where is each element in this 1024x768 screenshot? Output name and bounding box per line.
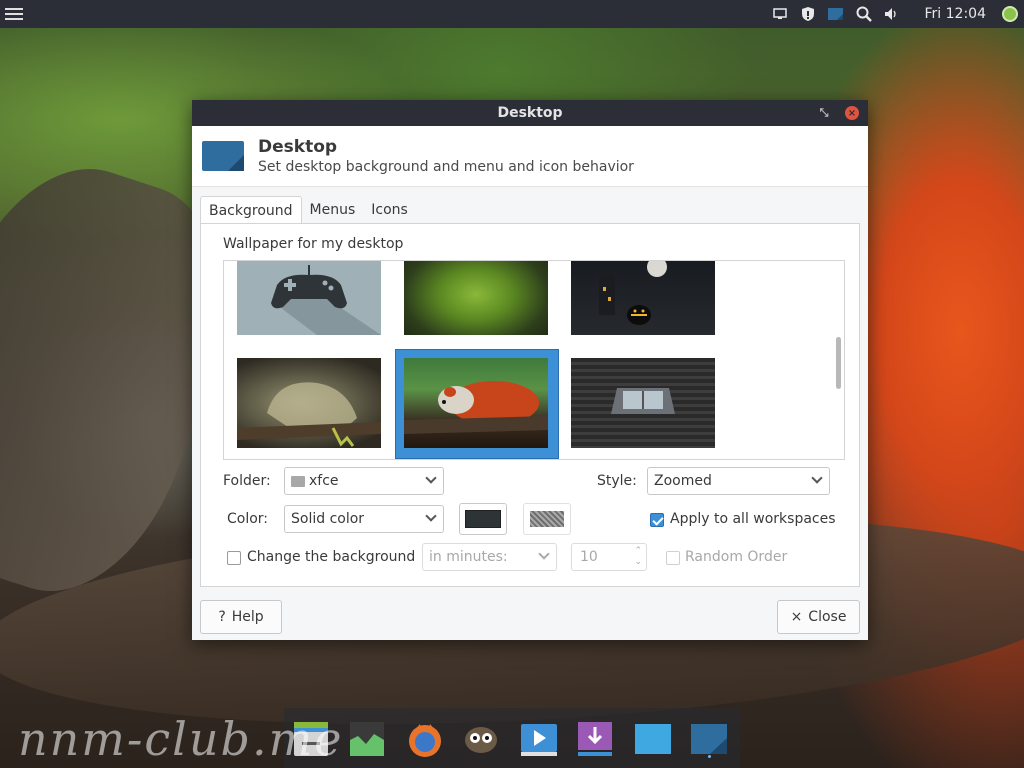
change-background-checkbox[interactable] [227, 551, 241, 565]
close-x-icon: × [790, 609, 803, 625]
gimp-icon[interactable] [460, 718, 502, 760]
header-title: Desktop [258, 137, 338, 157]
system-monitor-icon[interactable] [346, 718, 388, 760]
clock[interactable]: Fri 12:04 [925, 6, 986, 22]
close-button[interactable]: × Close [777, 600, 860, 634]
wallpaper-thumb-roof-window[interactable] [571, 358, 715, 448]
primary-color-button[interactable] [459, 503, 507, 535]
system-tray: Fri 12:04 [771, 5, 1024, 23]
color-mode-value: Solid color [291, 511, 365, 527]
header-subtitle: Set desktop background and menu and icon… [258, 159, 634, 175]
window-titlebar[interactable]: Desktop ⤡ × [192, 100, 868, 126]
interval-spinner[interactable]: 10 ⌃ ⌄ [571, 543, 647, 571]
style-value: Zoomed [654, 473, 712, 489]
chevron-down-icon [811, 472, 823, 484]
spinner-arrows-icon[interactable]: ⌃ ⌄ [634, 546, 642, 568]
tab-bar: Background Menus Icons [200, 196, 416, 225]
chevron-down-icon [425, 510, 437, 522]
desktop-settings-icon[interactable] [827, 5, 845, 23]
dock [284, 708, 740, 768]
firefox-icon[interactable] [404, 718, 446, 760]
color-label: Color: [227, 511, 269, 527]
gallery-scrollbar[interactable] [836, 337, 841, 389]
primary-color-swatch [465, 510, 501, 528]
window-title: Desktop [497, 105, 563, 121]
hamburger-menu-icon[interactable] [0, 0, 28, 28]
close-icon[interactable]: × [845, 106, 859, 120]
close-button-label: Close [808, 609, 847, 625]
interval-combo[interactable]: in minutes: [422, 543, 557, 571]
help-button-label: Help [231, 609, 264, 625]
help-button[interactable]: ? Help [200, 600, 282, 634]
media-player-icon[interactable] [518, 718, 560, 760]
wallpaper-thumb-halloween[interactable] [571, 261, 715, 335]
wallpaper-thumb-red-panda[interactable] [404, 358, 548, 448]
style-label: Style: [597, 473, 637, 489]
folder-value: xfce [309, 473, 339, 489]
wallpaper-section-label: Wallpaper for my desktop [223, 236, 404, 252]
tab-background[interactable]: Background [200, 196, 302, 225]
random-order-label: Random Order [685, 549, 788, 565]
secondary-color-button[interactable] [523, 503, 571, 535]
search-icon[interactable] [855, 5, 873, 23]
desktop-app-icon [202, 139, 244, 173]
chevron-down-icon [538, 548, 550, 560]
desktop-settings-dialog: Desktop ⤡ × Desktop Set desktop backgrou… [192, 100, 868, 640]
wallpaper-thumb-iguana[interactable] [237, 358, 381, 448]
desktop-settings-dock-icon[interactable] [688, 718, 730, 760]
folder-icon [291, 475, 305, 487]
apply-all-workspaces-label[interactable]: Apply to all workspaces [670, 511, 836, 527]
secondary-color-swatch [530, 511, 564, 527]
help-icon: ? [218, 609, 226, 625]
power-icon[interactable] [1002, 6, 1018, 22]
wallpaper-thumb-gamepad[interactable] [237, 261, 381, 335]
display-icon[interactable] [771, 5, 789, 23]
running-indicator [708, 755, 711, 758]
restore-icon[interactable]: ⤡ [816, 105, 832, 121]
shield-update-icon[interactable] [799, 5, 817, 23]
dialog-header: Desktop Set desktop background and menu … [192, 126, 868, 187]
interval-value: in minutes: [429, 549, 508, 565]
color-mode-combo[interactable]: Solid color [284, 505, 444, 533]
watermark-logo: nnm-club.me [18, 712, 344, 766]
change-background-label[interactable]: Change the background [247, 549, 415, 565]
random-order-checkbox[interactable] [666, 551, 680, 565]
wallpaper-thumb-moss[interactable] [404, 261, 548, 335]
style-combo[interactable]: Zoomed [647, 467, 830, 495]
background-panel: Wallpaper for my desktop Folder: xfce St… [200, 223, 860, 587]
apply-all-workspaces-checkbox[interactable] [650, 513, 664, 527]
top-panel: Fri 12:04 [0, 0, 1024, 28]
wallpaper-gallery[interactable] [223, 260, 845, 460]
tab-icons[interactable]: Icons [363, 196, 416, 225]
volume-icon[interactable] [883, 5, 901, 23]
chevron-down-icon [425, 472, 437, 484]
interval-number: 10 [580, 549, 598, 565]
folder-combo[interactable]: xfce [284, 467, 444, 495]
tab-menus[interactable]: Menus [302, 196, 364, 225]
folder-label: Folder: [223, 473, 271, 489]
folder-icon[interactable] [632, 718, 674, 760]
installer-icon[interactable] [574, 718, 616, 760]
